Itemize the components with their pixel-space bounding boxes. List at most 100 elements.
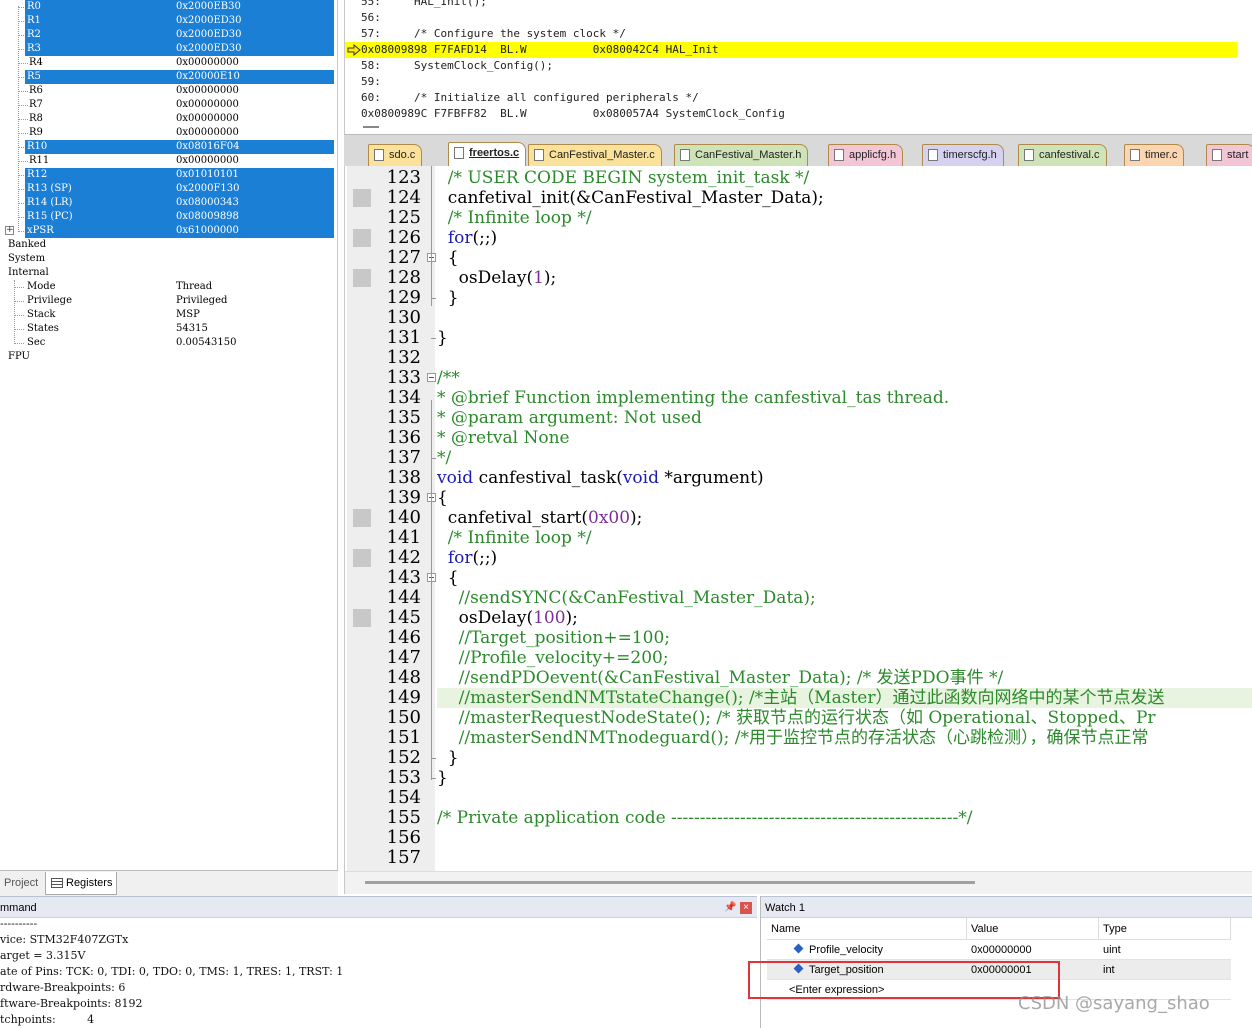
code-line[interactable]: canfetival_start(0x00); bbox=[437, 508, 1252, 528]
disassembly-line[interactable]: 59: bbox=[361, 74, 1252, 90]
disassembly-line[interactable]: 56: bbox=[361, 10, 1252, 26]
tab-applicfg-h[interactable]: applicfg.h bbox=[828, 144, 904, 166]
tab-canfestival-master-h[interactable]: CanFestival_Master.h bbox=[674, 144, 809, 166]
code-line[interactable]: osDelay(1); bbox=[437, 268, 1252, 288]
register-row[interactable]: R9 0x00000000 bbox=[0, 126, 334, 140]
tab-freertos-c[interactable]: freertos.c bbox=[448, 142, 527, 166]
breakpoint-marker[interactable] bbox=[353, 509, 371, 527]
breakpoint-marker[interactable] bbox=[353, 269, 371, 287]
register-value[interactable]: 0x61000000 bbox=[175, 224, 334, 238]
register-row[interactable]: R1 0x2000ED30 bbox=[0, 14, 334, 28]
register-value[interactable]: 0x08000343 bbox=[175, 196, 334, 210]
code-line[interactable]: //masterSendNMTstateChange(); /*主站（Maste… bbox=[437, 688, 1252, 708]
internal-row[interactable]: Mode Thread bbox=[0, 280, 334, 294]
register-value[interactable]: 0x08009898 bbox=[175, 210, 334, 224]
code-line[interactable]: { bbox=[437, 568, 1252, 588]
register-row[interactable]: xPSR 0x61000000 bbox=[0, 224, 334, 238]
register-row[interactable]: R8 0x00000000 bbox=[0, 112, 334, 126]
register-row[interactable]: R6 0x00000000 bbox=[0, 84, 334, 98]
register-row[interactable]: R12 0x01010101 bbox=[0, 168, 334, 182]
current-instruction[interactable]: 0x08009898 F7FAFD14 BL.W 0x080042C4 HAL_… bbox=[345, 42, 1237, 58]
tab-timerscfg-h[interactable]: timerscfg.h bbox=[922, 144, 1004, 166]
register-value[interactable]: 0x00000000 bbox=[175, 98, 239, 112]
disassembly-line[interactable]: 58: SystemClock_Config(); bbox=[361, 58, 1252, 74]
tab-registers[interactable]: Registers bbox=[45, 872, 118, 895]
register-value[interactable]: 0x00000000 bbox=[175, 154, 239, 168]
code-line[interactable]: //sendSYNC(&CanFestival_Master_Data); bbox=[437, 588, 1252, 608]
tab-canfestival-c[interactable]: canfestival.c bbox=[1018, 144, 1107, 166]
code-line[interactable]: { bbox=[437, 488, 1252, 508]
code-line[interactable]: } bbox=[437, 328, 1252, 348]
register-value[interactable]: 0x20000E10 bbox=[175, 70, 334, 84]
breakpoint-marker[interactable] bbox=[353, 229, 371, 247]
register-value[interactable]: 0x01010101 bbox=[175, 168, 334, 182]
disassembly-scrollbar[interactable] bbox=[345, 120, 1252, 134]
breakpoint-marker[interactable] bbox=[353, 609, 371, 627]
breakpoint-marker[interactable] bbox=[353, 549, 371, 567]
register-value[interactable]: 0x00000000 bbox=[175, 126, 239, 140]
code-line[interactable]: //Target_position+=100; bbox=[437, 628, 1252, 648]
breakpoint-marker[interactable] bbox=[353, 189, 371, 207]
code-line[interactable] bbox=[437, 348, 1252, 368]
group-system[interactable]: System bbox=[8, 252, 45, 266]
register-value[interactable]: 0x08016F04 bbox=[175, 140, 334, 154]
watch-row[interactable]: Profile_velocity 0x00000000 uint bbox=[767, 940, 1231, 960]
code-line[interactable]: * @param argument: Not used bbox=[437, 408, 1252, 428]
register-row[interactable]: R10 0x08016F04 bbox=[0, 140, 334, 154]
expand-xpsr-icon[interactable]: + bbox=[5, 226, 14, 235]
code-line[interactable]: } bbox=[437, 748, 1252, 768]
code-line[interactable]: /** bbox=[437, 368, 1252, 388]
watch-name[interactable]: Profile_velocity bbox=[805, 940, 883, 960]
code-line[interactable]: * @brief Function implementing the canfe… bbox=[437, 388, 1252, 408]
disassembly-line[interactable]: 55: HAL_Init(); bbox=[361, 0, 1252, 10]
code-line[interactable]: for(;;) bbox=[437, 228, 1252, 248]
editor-gutter[interactable]: 123 124 125 126 127 128 129 130 131 132 133 134 135 1… bbox=[347, 166, 436, 871]
code-line[interactable]: /* USER CODE BEGIN system_init_task */ bbox=[437, 168, 1252, 188]
tab-project[interactable]: Project bbox=[0, 872, 42, 895]
tab-sdo-c[interactable]: sdo.c bbox=[368, 144, 423, 166]
register-row[interactable]: R5 0x20000E10 bbox=[0, 70, 334, 84]
disassembly-line[interactable]: 60: /* Initialize all configured periphe… bbox=[361, 90, 1252, 106]
code-line[interactable]: //masterRequestNodeState(); /* 获取节点的运行状态… bbox=[437, 708, 1252, 728]
register-row[interactable]: R0 0x2000EB30 bbox=[0, 0, 334, 14]
register-row[interactable]: R7 0x00000000 bbox=[0, 98, 334, 112]
register-value[interactable]: 0x2000ED30 bbox=[175, 28, 334, 42]
code-line[interactable]: for(;;) bbox=[437, 548, 1252, 568]
code-line[interactable] bbox=[437, 848, 1252, 868]
register-row[interactable]: R14 (LR) 0x08000343 bbox=[0, 196, 334, 210]
code-line[interactable]: //Profile_velocity+=200; bbox=[437, 648, 1252, 668]
register-row[interactable]: R3 0x2000ED30 bbox=[0, 42, 334, 56]
register-value[interactable]: 0x00000000 bbox=[175, 56, 239, 70]
pin-icon[interactable]: 📌 bbox=[724, 903, 736, 913]
code-line[interactable]: osDelay(100); bbox=[437, 608, 1252, 628]
internal-row[interactable]: States 54315 bbox=[0, 322, 334, 336]
code-line[interactable]: /* Infinite loop */ bbox=[437, 528, 1252, 548]
register-value[interactable]: 0x00000000 bbox=[175, 112, 239, 126]
fold-toggle-icon[interactable] bbox=[427, 373, 436, 382]
code-editor[interactable]: 123 124 125 126 127 128 129 130 131 132 133 134 135 1… bbox=[344, 166, 1252, 894]
group-banked[interactable]: Banked bbox=[8, 238, 46, 252]
close-icon[interactable]: × bbox=[740, 902, 752, 914]
code-line[interactable]: void canfestival_task(void *argument) bbox=[437, 468, 1252, 488]
code-line[interactable]: * @retval None bbox=[437, 428, 1252, 448]
register-row[interactable]: R4 0x00000000 bbox=[0, 56, 334, 70]
code-line[interactable]: } bbox=[437, 288, 1252, 308]
tab-timer-c[interactable]: timer.c bbox=[1124, 144, 1185, 166]
tab-canfestival-master-c[interactable]: CanFestival_Master.c bbox=[528, 144, 662, 166]
code-line[interactable] bbox=[437, 308, 1252, 328]
register-value[interactable]: 0x2000F130 bbox=[175, 182, 334, 196]
watch-value[interactable]: 0x00000000 bbox=[967, 940, 1032, 960]
code-line[interactable] bbox=[437, 828, 1252, 848]
code-line[interactable]: /* Private application code ------------… bbox=[437, 808, 1252, 828]
register-row[interactable]: R11 0x00000000 bbox=[0, 154, 334, 168]
editor-horizontal-scrollbar[interactable] bbox=[345, 871, 1252, 894]
code-line[interactable]: */ bbox=[437, 448, 1252, 468]
code-line[interactable]: canfetival_init(&CanFestival_Master_Data… bbox=[437, 188, 1252, 208]
column-type[interactable]: Type bbox=[1099, 918, 1231, 940]
column-name[interactable]: Name bbox=[767, 918, 967, 940]
column-value[interactable]: Value bbox=[967, 918, 1099, 940]
register-row[interactable]: R2 0x2000ED30 bbox=[0, 28, 334, 42]
internal-row[interactable]: Sec 0.00543150 bbox=[0, 336, 334, 350]
code-line[interactable]: { bbox=[437, 248, 1252, 268]
code-line[interactable]: } bbox=[437, 768, 1252, 788]
